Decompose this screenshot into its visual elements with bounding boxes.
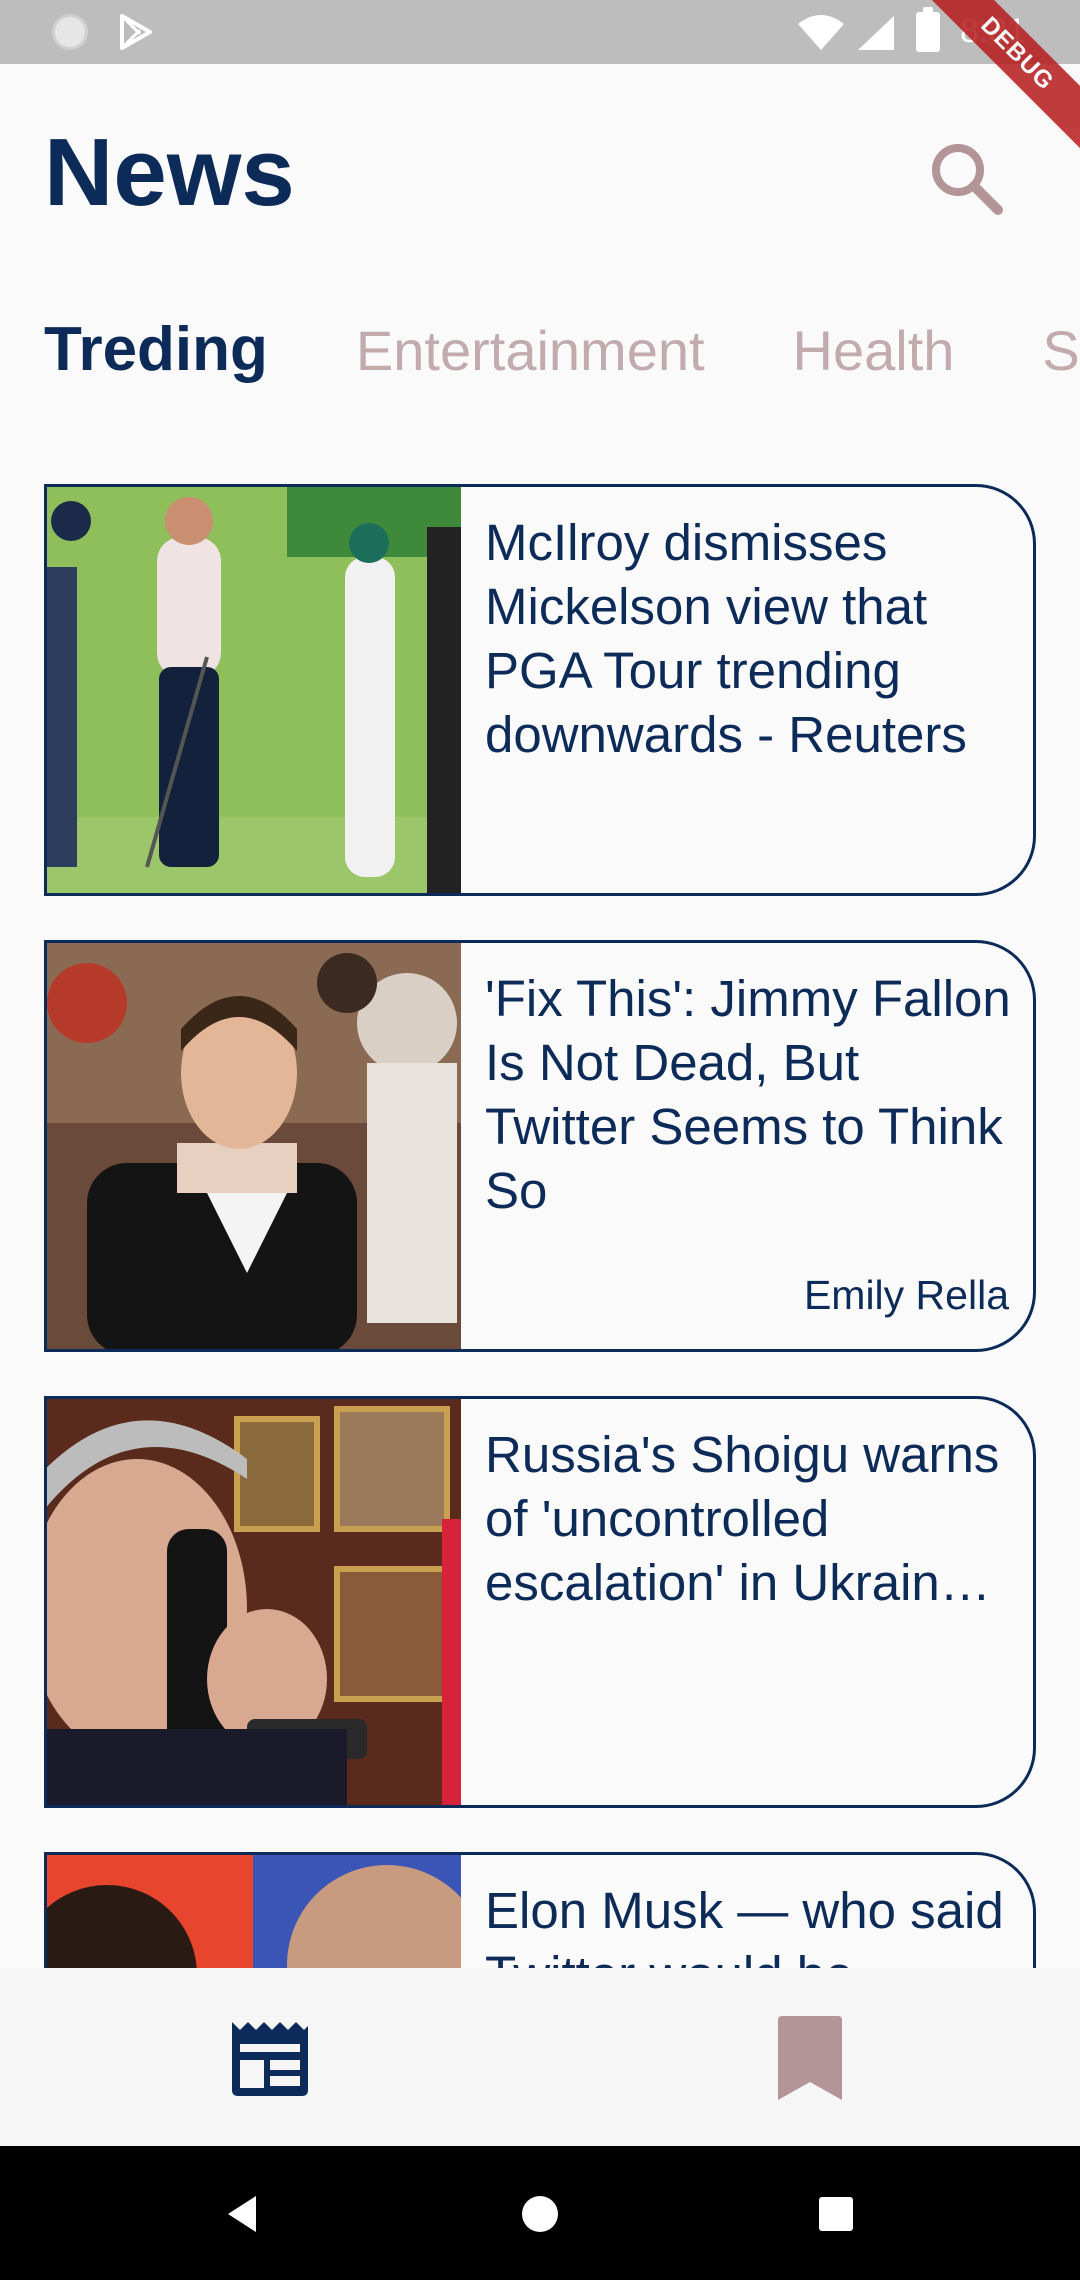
tab-trending[interactable]: Treding — [44, 300, 268, 400]
article-image — [47, 943, 461, 1349]
category-tabs: Treding Entertainment Health S — [44, 300, 1080, 400]
article-image — [47, 487, 461, 893]
tab-entertainment[interactable]: Entertainment — [356, 301, 705, 400]
article-image — [47, 1399, 461, 1805]
status-bar: 8:31 — [0, 0, 1080, 64]
home-icon[interactable] — [512, 2186, 568, 2242]
play-store-icon — [120, 14, 152, 50]
news-card[interactable]: McIlroy dismisses Mickelson view that PG… — [44, 484, 1036, 896]
signal-icon — [858, 16, 894, 50]
article-title: Russia's Shoigu warns of 'uncontrolled e… — [485, 1426, 1000, 1611]
notification-icon — [52, 14, 88, 50]
news-card[interactable]: 'Fix This': Jimmy Fallon Is Not Dead, Bu… — [44, 940, 1036, 1352]
article-title: Elon Musk — who said Twitter would be — [485, 1882, 1004, 1968]
article-image — [47, 1855, 461, 1968]
page-title: News — [44, 119, 295, 226]
search-icon[interactable] — [924, 136, 1008, 220]
tab-partial[interactable]: S — [1042, 301, 1079, 400]
bookmark-icon[interactable] — [750, 1998, 870, 2118]
tab-health[interactable]: Health — [793, 301, 955, 400]
recent-apps-icon[interactable] — [808, 2186, 864, 2242]
newspaper-icon[interactable] — [210, 1998, 330, 2118]
news-card[interactable]: Russia's Shoigu warns of 'uncontrolled e… — [44, 1396, 1036, 1808]
system-navigation-bar — [0, 2146, 1080, 2280]
article-author: Emily Rella — [803, 1272, 1009, 1318]
news-card[interactable]: Elon Musk — who said Twitter would be — [44, 1852, 1036, 1968]
article-title: 'Fix This': Jimmy Fallon Is Not Dead, Bu… — [485, 970, 1011, 1219]
back-icon[interactable] — [216, 2186, 272, 2242]
wifi-icon — [798, 15, 844, 50]
battery-icon — [916, 7, 940, 52]
article-title: McIlroy dismisses Mickelson view that PG… — [485, 514, 967, 763]
news-list[interactable]: McIlroy dismisses Mickelson view that PG… — [44, 484, 1036, 1968]
bottom-navigation — [0, 1968, 1080, 2146]
